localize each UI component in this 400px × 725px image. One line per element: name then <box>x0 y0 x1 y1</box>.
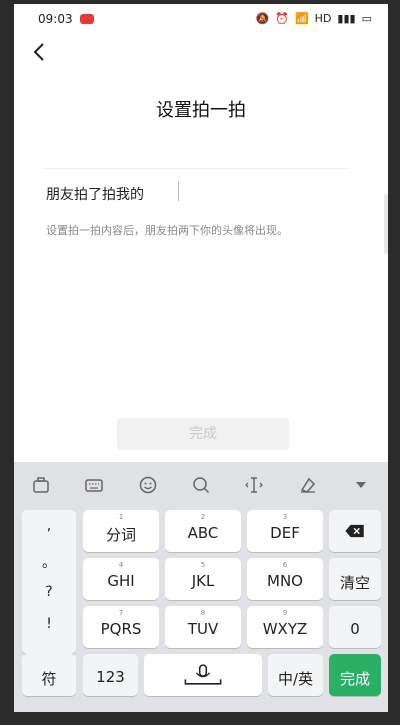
key-label: GHI <box>107 572 135 590</box>
page-title: 设置拍一拍 <box>156 100 246 121</box>
done-button[interactable]: 完成 <box>117 418 289 450</box>
key-8[interactable]: 8 TUV <box>165 606 241 648</box>
signal-icon: ▮▮▮ <box>337 12 356 25</box>
backspace-key[interactable] <box>329 510 381 552</box>
key-sub: 5 <box>200 561 206 569</box>
key-sub: 8 <box>200 609 206 617</box>
pat-input-text: 朋友拍了拍我的 <box>46 187 144 203</box>
scroll-indicator <box>384 194 388 254</box>
punct-period[interactable]: 。 <box>22 552 76 572</box>
phone-bottom <box>0 712 400 725</box>
pat-input-field[interactable]: 朋友拍了拍我的 <box>44 164 350 216</box>
key-sub: 6 <box>282 561 288 569</box>
key-label: 清空 <box>339 574 370 592</box>
key-label: 分词 <box>105 526 136 544</box>
send-key[interactable]: 完成 <box>329 654 381 696</box>
key-label: DEF <box>270 524 300 542</box>
key-sub: 7 <box>118 609 124 617</box>
keyboard-icon[interactable] <box>79 470 109 500</box>
key-label: 符 <box>41 670 57 688</box>
lang-switch-key[interactable]: 中/英 <box>268 654 323 696</box>
key-sub: 4 <box>118 561 124 569</box>
search-icon[interactable] <box>186 470 216 500</box>
microphone-icon <box>184 664 222 685</box>
punctuation-column[interactable]: , 。 ? ! <box>22 510 76 654</box>
key-label: PQRS <box>100 620 142 638</box>
key-2[interactable]: 2 ABC <box>165 510 241 552</box>
key-sub: 3 <box>282 513 288 521</box>
toolbox-icon[interactable] <box>26 470 56 500</box>
key-label: JKL <box>191 572 215 590</box>
battery-icon: ▭ <box>361 12 372 25</box>
key-sub: 2 <box>200 513 206 521</box>
phone-frame: 09:03 🔕 ⏰ 📶 HD ▮▮▮ ▭ 设置拍一拍 朋友拍了拍我的 设置拍一拍… <box>0 0 400 725</box>
network-label: HD <box>314 12 332 25</box>
collapse-icon[interactable] <box>346 470 376 500</box>
key-sub: 1 <box>118 513 124 521</box>
status-icons: 🔕 ⏰ 📶 HD ▮▮▮ ▭ <box>256 12 372 25</box>
number-key[interactable]: 123 <box>83 654 138 696</box>
clean-icon[interactable] <box>293 470 323 500</box>
punct-question[interactable]: ? <box>22 584 76 600</box>
key-label: TUV <box>187 620 219 638</box>
key-label: 完成 <box>339 670 370 688</box>
wifi-icon: 📶 <box>294 12 309 25</box>
cursor-move-icon[interactable] <box>239 470 269 500</box>
chevron-left-icon <box>33 43 44 61</box>
key-1[interactable]: 1 分词 <box>83 510 159 552</box>
status-bar: 09:03 🔕 ⏰ 📶 HD ▮▮▮ ▭ <box>14 4 388 34</box>
backspace-icon <box>345 524 364 538</box>
space-key[interactable] <box>144 654 262 696</box>
key-7[interactable]: 7 PQRS <box>83 606 159 648</box>
key-3[interactable]: 3 DEF <box>247 510 323 552</box>
key-label: 123 <box>96 668 125 686</box>
hint-text: 设置拍一拍内容后，朋友拍两下你的头像将出现。 <box>46 224 288 237</box>
key-9[interactable]: 9 WXYZ <box>247 606 323 648</box>
text-cursor <box>178 181 179 201</box>
screen: 09:03 🔕 ⏰ 📶 HD ▮▮▮ ▭ 设置拍一拍 朋友拍了拍我的 设置拍一拍… <box>14 4 388 719</box>
emoji-icon[interactable] <box>133 470 163 500</box>
punct-comma[interactable]: , <box>22 518 76 534</box>
key-label: 中/英 <box>277 670 314 688</box>
keyboard-toolbar <box>14 462 388 508</box>
symbol-key[interactable]: 符 <box>22 654 76 696</box>
back-button[interactable] <box>30 40 54 68</box>
key-0[interactable]: 0 <box>329 606 381 648</box>
key-label: 0 <box>350 620 360 638</box>
punct-exclaim[interactable]: ! <box>22 616 76 632</box>
alarm-icon: ⏰ <box>275 12 289 25</box>
divider <box>44 168 350 169</box>
key-label: MNO <box>267 572 303 590</box>
keyboard: , 。 ? ! 1 分词 2 ABC 3 DEF 4 GHI 5 JKL 6 M… <box>14 462 388 719</box>
key-5[interactable]: 5 JKL <box>165 558 241 600</box>
status-time: 09:03 <box>38 12 73 26</box>
screen-record-icon <box>80 14 94 24</box>
key-6[interactable]: 6 MNO <box>247 558 323 600</box>
key-label: WXYZ <box>262 620 308 638</box>
key-sub: 9 <box>282 609 288 617</box>
key-4[interactable]: 4 GHI <box>83 558 159 600</box>
key-label: ABC <box>187 524 219 542</box>
mute-icon: 🔕 <box>255 12 270 25</box>
clear-key[interactable]: 清空 <box>329 558 381 600</box>
